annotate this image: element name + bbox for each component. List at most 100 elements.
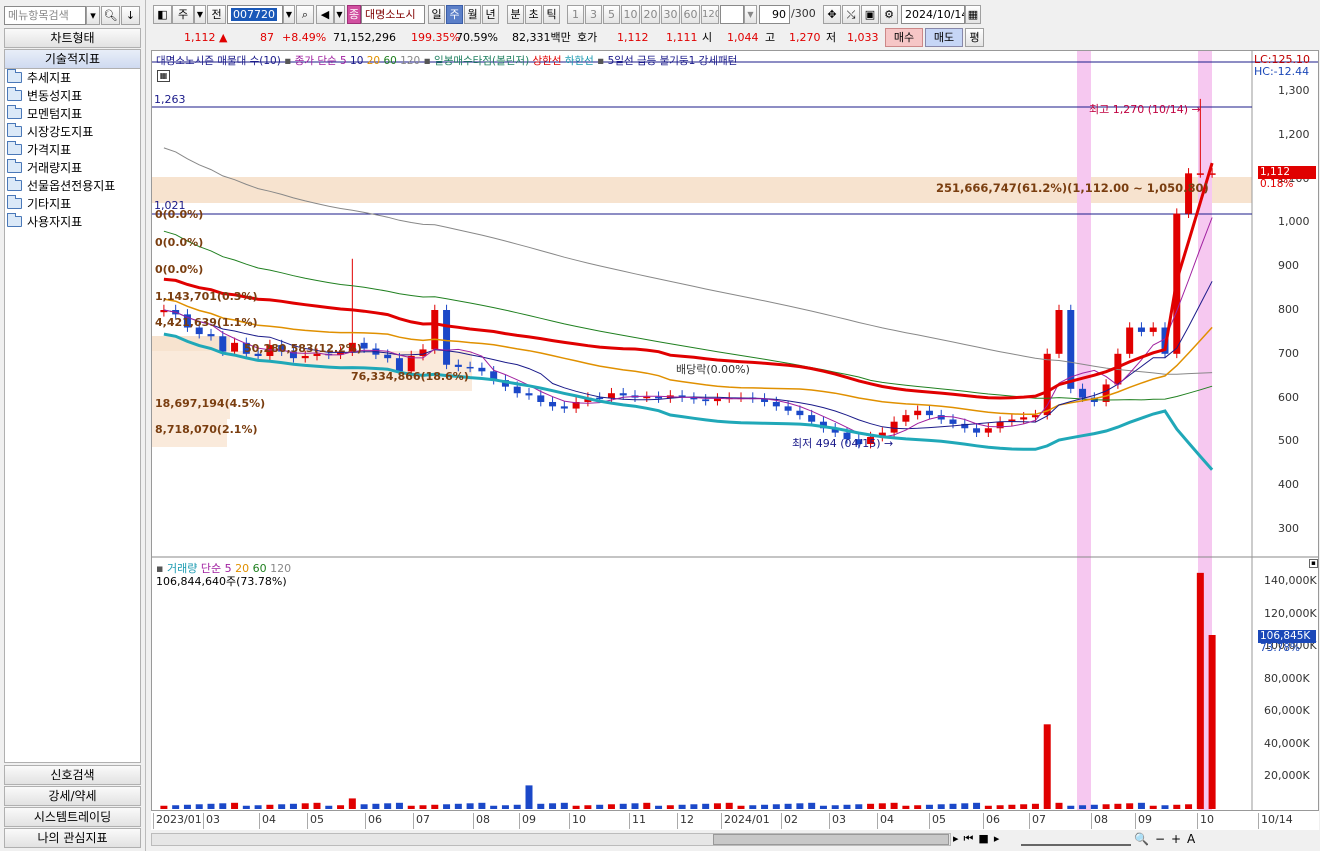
volume-bar [431, 804, 439, 809]
signal-search-button[interactable]: 신호검색 [4, 765, 141, 785]
period-select[interactable]: 주 [172, 5, 194, 24]
count-input[interactable]: 90 [759, 5, 790, 24]
gear-icon[interactable]: ⚙ [880, 5, 898, 24]
tree-item-volume[interactable]: 거래량지표 [7, 159, 82, 177]
price-tick: 500 [1278, 434, 1299, 448]
interval-3[interactable]: 3 [585, 5, 602, 24]
interval-1[interactable]: 1 [567, 5, 584, 24]
volume-bar [808, 802, 816, 809]
calendar-icon[interactable]: ▦ [965, 5, 981, 24]
candle-body [513, 386, 521, 394]
chart-area[interactable]: 대명소노시즌 매물대 수(10) ▪ 종가 단순 5 10 20 60 120 … [151, 50, 1319, 830]
legend-title: 대명소노시즌 매물대 수(10) [156, 55, 281, 67]
my-indicator-button[interactable]: 나의 관심지표 [4, 828, 141, 848]
interval-5[interactable]: 5 [603, 5, 620, 24]
high-annotation: 최고 1,270 (10/14) → [1089, 103, 1201, 116]
volume-bar [466, 803, 474, 809]
chevron-down-icon[interactable]: ▼ [194, 5, 206, 24]
speaker-icon[interactable]: ◀︎ [316, 5, 334, 24]
tree-item-volatility[interactable]: 변동성지표 [7, 87, 82, 105]
period-week[interactable]: 주 [446, 5, 463, 24]
candle-body [796, 410, 804, 416]
chart-svg[interactable] [152, 51, 1318, 829]
tree-item-futures[interactable]: 선물옵션전용지표 [7, 177, 115, 195]
profile-label: 0(0.0%) [155, 236, 204, 249]
tree-item-etc[interactable]: 기타지표 [7, 195, 71, 213]
period-month[interactable]: 월 [464, 5, 481, 24]
custom-interval-input[interactable] [720, 5, 744, 24]
volume-bar [961, 803, 969, 809]
candle-body [525, 393, 533, 396]
chart-type-button[interactable]: 차트형태 [4, 28, 141, 48]
sell-button[interactable]: 매도 [925, 28, 963, 47]
folder-icon [7, 123, 22, 137]
period-minute[interactable]: 분 [507, 5, 524, 24]
profile-label: 50,280,583(12.2%) [244, 342, 362, 355]
volume-summary: 106,844,640주(73.78%) [156, 575, 287, 588]
candle-body [643, 396, 651, 399]
tree-item-price[interactable]: 가격지표 [7, 141, 71, 159]
quote-bar: 1,112 ▲ 87 +8.49% 71,152,296 199.35% 70.… [150, 27, 1320, 49]
date-input[interactable]: 2024/10/14 [901, 5, 965, 24]
volume-bar [172, 805, 180, 809]
date-tick: 04 [259, 813, 276, 829]
interval-20[interactable]: 20 [641, 5, 660, 24]
date-tick: 11 [629, 813, 646, 829]
dividend-annotation: 배당락(0.00%) [676, 363, 750, 376]
speaker-dropdown-icon[interactable]: ▼ [334, 5, 345, 24]
save-icon[interactable]: ▣ [861, 5, 879, 24]
scroll-thumb[interactable] [713, 834, 949, 845]
candle-body [207, 334, 215, 337]
date-tick: 05 [929, 813, 946, 829]
tech-indicator-button[interactable]: 기술적지표 [4, 49, 141, 69]
interval-60[interactable]: 60 [681, 5, 700, 24]
volume-bar [1137, 802, 1145, 809]
candle-body [1196, 173, 1204, 175]
trade-amount: 82,331백만 [512, 31, 571, 44]
grid-icon[interactable]: ▦ [157, 70, 170, 82]
bid-price: 1,111 [666, 31, 698, 44]
period-day[interactable]: 일 [428, 5, 445, 24]
volume-bar [772, 804, 780, 809]
prev-button[interactable]: 전 [207, 5, 226, 24]
interval-120[interactable]: 120 [701, 5, 719, 24]
ma5-line [163, 217, 1213, 438]
tree-item-user[interactable]: 사용자지표 [7, 213, 82, 231]
pane-maximize-icon[interactable]: ▪ [1309, 559, 1318, 568]
search-icon[interactable]: ⌕ [296, 5, 314, 24]
zoom-slider[interactable] [1021, 832, 1131, 846]
open-label: 시 [702, 31, 713, 44]
volume-bar [761, 804, 769, 809]
search-icon[interactable]: 🔍︎ [101, 6, 120, 25]
zoom-controls[interactable]: 🔍−+A [1134, 832, 1201, 846]
crosshair-icon[interactable]: ✥ [823, 5, 841, 24]
legend-ma10: 10 [350, 55, 364, 67]
layout-icon[interactable]: ◧ [153, 5, 172, 24]
download-icon[interactable]: ↓ [121, 6, 140, 25]
nav-controls[interactable]: ▸⏮■▸ [953, 832, 1004, 846]
volume-bar [384, 803, 392, 809]
strength-button[interactable]: 강세/약세 [4, 786, 141, 806]
low-price: 1,033 [847, 31, 879, 44]
turnover-pct: 70.59% [456, 31, 498, 44]
code-dropdown-icon[interactable]: ▼ [283, 5, 295, 24]
interval-10[interactable]: 10 [621, 5, 640, 24]
tree-item-strength[interactable]: 시장강도지표 [7, 123, 93, 141]
search-dropdown-icon[interactable]: ▾ [86, 6, 100, 25]
menu-search-input[interactable]: 메뉴항목검색 [4, 6, 86, 25]
trend-tool-icon[interactable]: ⤯ [842, 5, 860, 24]
volume-bar [160, 805, 168, 809]
system-trading-button[interactable]: 시스템트레이딩 [4, 807, 141, 827]
stock-code-input[interactable]: 007720 [227, 5, 283, 24]
period-year[interactable]: 년 [482, 5, 499, 24]
period-tick[interactable]: 틱 [543, 5, 560, 24]
flat-button[interactable]: 평 [965, 28, 984, 47]
buy-button[interactable]: 매수 [885, 28, 923, 47]
interval-30[interactable]: 30 [661, 5, 680, 24]
tree-item-trend[interactable]: 추세지표 [7, 69, 71, 87]
tree-item-momentum[interactable]: 모멘텀지표 [7, 105, 82, 123]
candle-body [466, 366, 474, 369]
period-second[interactable]: 초 [525, 5, 542, 24]
candle-body [973, 428, 981, 433]
interval-dropdown-icon[interactable]: ▼ [744, 5, 757, 24]
